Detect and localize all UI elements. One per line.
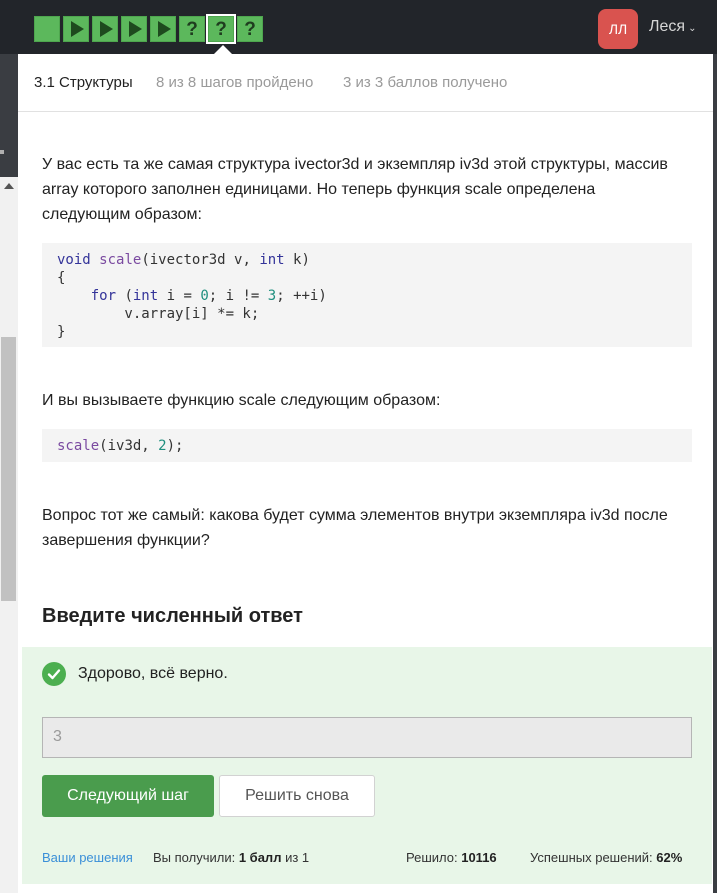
points-received: Вы получили: 1 балл из 1 <box>153 850 309 865</box>
success-value: 62% <box>656 850 683 865</box>
code-line: scale(iv3d, 2); <box>57 438 184 454</box>
question-icon: ? <box>244 18 256 40</box>
text-line: Вопрос тот же самый: какова будет сумма … <box>42 507 668 524</box>
check-circle-icon <box>42 662 66 686</box>
question-icon: ? <box>186 18 198 40</box>
question-paragraph-1: У вас есть та же самая структура ivector… <box>42 152 692 227</box>
top-bar: ? ? ? ЛЛ Леся ⌄ <box>0 0 717 54</box>
your-solutions-link[interactable]: Ваши решения <box>42 850 133 865</box>
result-message: Здорово, всё верно. <box>78 665 228 682</box>
success-rate: Успешных решений: 62% <box>530 850 682 865</box>
answer-input[interactable]: 3 <box>42 717 692 758</box>
step-5-video[interactable] <box>150 16 176 42</box>
lesson-header: 3.1 Структуры 8 из 8 шагов пройдено 3 из… <box>18 54 713 112</box>
step-4-video[interactable] <box>121 16 147 42</box>
steps-progress: 8 из 8 шагов пройдено <box>156 74 314 91</box>
code-block-scale-call: scale(iv3d, 2); <box>42 429 692 462</box>
step-7-quiz-current[interactable]: ? <box>206 14 236 44</box>
code-block-scale-definition: void scale(ivector3d v, int k) { for (int… <box>42 243 692 347</box>
sidebar-marker <box>0 150 4 154</box>
step-8-quiz[interactable]: ? <box>237 16 263 42</box>
result-panel: Здорово, всё верно. 3 Следующий шаг Реши… <box>22 647 712 884</box>
current-step-pointer <box>214 45 232 54</box>
text-line: следующим образом: <box>42 206 202 223</box>
step-3-video[interactable] <box>92 16 118 42</box>
solved-label: Решило: <box>406 850 458 865</box>
play-icon <box>158 21 171 37</box>
step-6-quiz[interactable]: ? <box>179 16 205 42</box>
points-prefix: Вы получили: <box>153 850 236 865</box>
answer-heading: Введите численный ответ <box>42 605 303 627</box>
code-line: void scale(ivector3d v, int k) <box>57 252 310 268</box>
points-suffix: из 1 <box>285 850 310 865</box>
code-line: for (int i = 0; i != 3; ++i) <box>90 288 327 304</box>
next-step-button[interactable]: Следующий шаг <box>42 775 214 817</box>
question-paragraph-2: И вы вызываете функцию scale следующим о… <box>42 392 441 409</box>
success-label: Успешных решений: <box>530 850 653 865</box>
play-icon <box>71 21 84 37</box>
solve-again-button[interactable]: Решить снова <box>219 775 375 817</box>
text-line: array которого заполнен единицами. Но те… <box>42 181 596 198</box>
points-value: 1 балл <box>238 850 282 865</box>
lesson-title[interactable]: 3.1 Структуры <box>34 74 133 91</box>
scroll-up-arrow-icon[interactable] <box>4 183 14 189</box>
step-1-text[interactable] <box>34 16 60 42</box>
score-progress: 3 из 3 баллов получено <box>343 74 508 91</box>
chevron-down-icon: ⌄ <box>688 23 697 34</box>
text-line: завершения функции? <box>42 532 210 549</box>
code-line: v.array[i] *= k; <box>57 306 260 322</box>
solved-value: 10116 <box>461 850 497 865</box>
play-icon <box>129 21 142 37</box>
right-edge-strip <box>713 54 717 893</box>
code-line: } <box>57 324 66 340</box>
user-name: Леся <box>649 18 686 35</box>
question-icon: ? <box>215 18 227 40</box>
solved-count: Решило: 10116 <box>406 850 497 865</box>
avatar[interactable]: ЛЛ <box>598 9 638 49</box>
code-line: { <box>57 270 66 286</box>
scrollbar-thumb[interactable] <box>1 337 16 601</box>
step-navigation: ? ? ? <box>34 14 263 44</box>
text-line: У вас есть та же самая структура ivector… <box>42 156 668 173</box>
user-menu[interactable]: Леся ⌄ <box>649 18 696 36</box>
play-icon <box>100 21 113 37</box>
question-paragraph-3: Вопрос тот же самый: какова будет сумма … <box>42 503 692 553</box>
step-2-video[interactable] <box>63 16 89 42</box>
